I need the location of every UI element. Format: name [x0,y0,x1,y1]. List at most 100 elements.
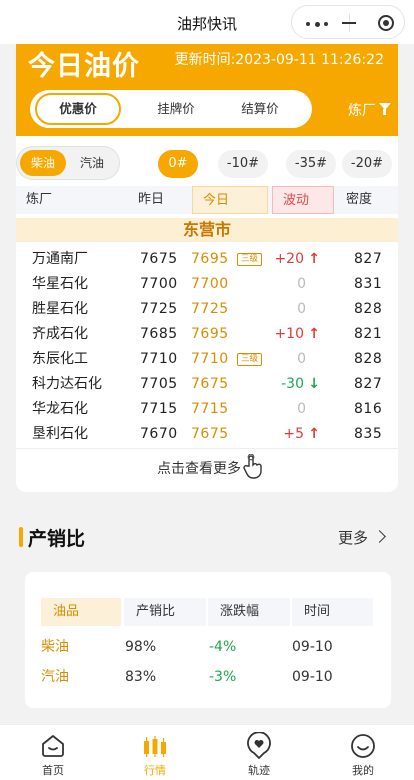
density-value: 828 [354,351,383,367]
tab-discount-price[interactable]: 优惠价 [35,93,121,125]
grade-0[interactable]: 0# [158,150,198,178]
fuel-type-switch: 柴油 汽油 [16,146,120,180]
yesterday-price: 7715 [140,401,178,417]
today-price: 7700 [191,276,229,292]
refinery-name: 科力达石化 [32,376,102,392]
table-row[interactable]: 华星石化 7700 7700 0 831 [16,271,398,296]
grade-tag: 三级 [237,353,263,366]
arrow-up-icon: ↑ [308,326,320,342]
ratio-change: -4% [209,639,237,655]
nav-bar: 油邦快讯 [0,0,414,44]
view-more-button[interactable]: 点击查看更多 [16,458,398,478]
table-row[interactable]: 华龙石化 7715 7715 0 816 [16,396,398,421]
tab-mine[interactable]: 我的 [333,725,393,780]
today-price: 7695 [191,326,229,342]
ratio-value: 83% [125,669,157,685]
section-title: 产销比 [28,528,86,550]
table-header: 炼厂 昨日 今日 波动 密度 [16,186,398,214]
arrow-up-icon: ↑ [308,426,320,442]
tab-label: 首页 [42,764,64,777]
price-type-tabs: 优惠价 挂牌价 结算价 [30,90,312,128]
grade-minus-10[interactable]: -10# [218,150,268,178]
ratio-value: 98% [125,639,157,655]
ratio-change: -3% [209,669,237,685]
col-product: 油品 [41,598,121,626]
view-more-label: 点击查看更多 [157,461,241,477]
col-pct-change: 涨跌幅 [208,598,290,626]
yesterday-price: 7685 [140,326,178,342]
tab-track[interactable]: 轨迹 [229,725,289,780]
ratio-more-label: 更多 [337,529,368,547]
col-refinery: 炼厂 [26,192,53,207]
home-icon [42,735,64,757]
table-row[interactable]: 万通南厂 7675 7695 三级 +20 ↑ 827 [16,246,398,271]
yesterday-price: 7705 [140,376,178,392]
table-row[interactable]: 齐成石化 7685 7695 +10 ↑ 821 [16,321,398,346]
density-value: 831 [354,276,383,292]
density-value: 828 [354,301,383,317]
ratio-product: 柴油 [41,639,69,655]
tab-settlement-price[interactable]: 结算价 [220,93,300,125]
mini-program-capsule [291,5,405,39]
bottom-tab-bar: 首页 行情 轨迹 我的 [0,724,414,780]
minimize-icon[interactable] [342,22,356,24]
close-circle-icon[interactable] [378,15,394,31]
today-price: 7710 [191,351,229,367]
fuel-gasoline[interactable]: 汽油 [69,150,115,176]
refinery-name: 东辰化工 [32,351,88,367]
city-label: 东营市 [16,218,398,242]
price-header: 今日油价 更新时间:2023-09-11 11:26:22 优惠价 挂牌价 结算… [16,44,398,136]
yesterday-price: 7670 [140,426,178,442]
col-ratio: 产销比 [124,598,206,626]
location-pin-icon [247,732,271,759]
tab-label: 我的 [352,764,374,777]
price-change: +5 [283,426,304,442]
yesterday-price: 7725 [140,301,178,317]
yesterday-price: 7700 [140,276,178,292]
col-today: 今日 [192,186,268,214]
tab-label: 行情 [144,764,166,777]
ratio-card: 油品 产销比 涨跌幅 时间 柴油 98% -4% 09-10 汽油 83% -3… [25,572,391,708]
density-value: 821 [354,326,383,342]
today-price: 7695 [191,251,229,267]
candlestick-icon [144,736,166,757]
density-value: 835 [354,426,383,442]
col-yesterday: 昨日 [138,192,165,207]
col-date: 时间 [292,598,373,626]
price-change: 0 [297,401,306,417]
tab-market[interactable]: 行情 [125,725,185,780]
tab-home[interactable]: 首页 [23,725,83,780]
ratio-product: 汽油 [41,669,69,685]
refinery-filter-label: 炼厂 [348,103,376,119]
grade-minus-35[interactable]: -35# [286,150,336,178]
table-row[interactable]: 科力达石化 7705 7675 -30 ↓ 827 [16,371,398,396]
hand-pointer-icon [243,454,262,479]
refinery-name: 万通南厂 [32,251,88,267]
table-row[interactable]: 东辰化工 7710 7710 三级 0 828 [16,346,398,371]
grade-minus-20[interactable]: -20# [342,150,392,178]
today-price: 7725 [191,301,229,317]
price-change: 0 [297,351,306,367]
table-row[interactable]: 胜星石化 7725 7725 0 828 [16,296,398,321]
tab-label: 轨迹 [248,764,270,777]
price-card: 柴油 汽油 0# -10# -35# -20# 炼厂 昨日 今日 波动 密度 东… [16,136,398,492]
density-value: 816 [354,401,383,417]
ratio-date: 09-10 [292,669,333,685]
today-price: 7675 [191,376,229,392]
refinery-name: 垦利石化 [32,426,88,442]
smiley-icon [351,734,375,758]
arrow-down-icon: ↓ [308,376,320,392]
price-change: 0 [297,276,306,292]
more-icon[interactable] [306,21,330,27]
fuel-diesel[interactable]: 柴油 [20,150,66,176]
price-change: +20 [274,251,304,267]
yesterday-price: 7675 [140,251,178,267]
table-row[interactable]: 垦利石化 7670 7675 +5 ↑ 835 [16,421,398,446]
price-change: +10 [274,326,304,342]
tab-list-price[interactable]: 挂牌价 [138,93,214,125]
arrow-up-icon: ↑ [308,251,320,267]
ratio-date: 09-10 [292,639,333,655]
price-change: 0 [297,301,306,317]
today-price: 7675 [191,426,229,442]
col-density: 密度 [346,192,373,207]
